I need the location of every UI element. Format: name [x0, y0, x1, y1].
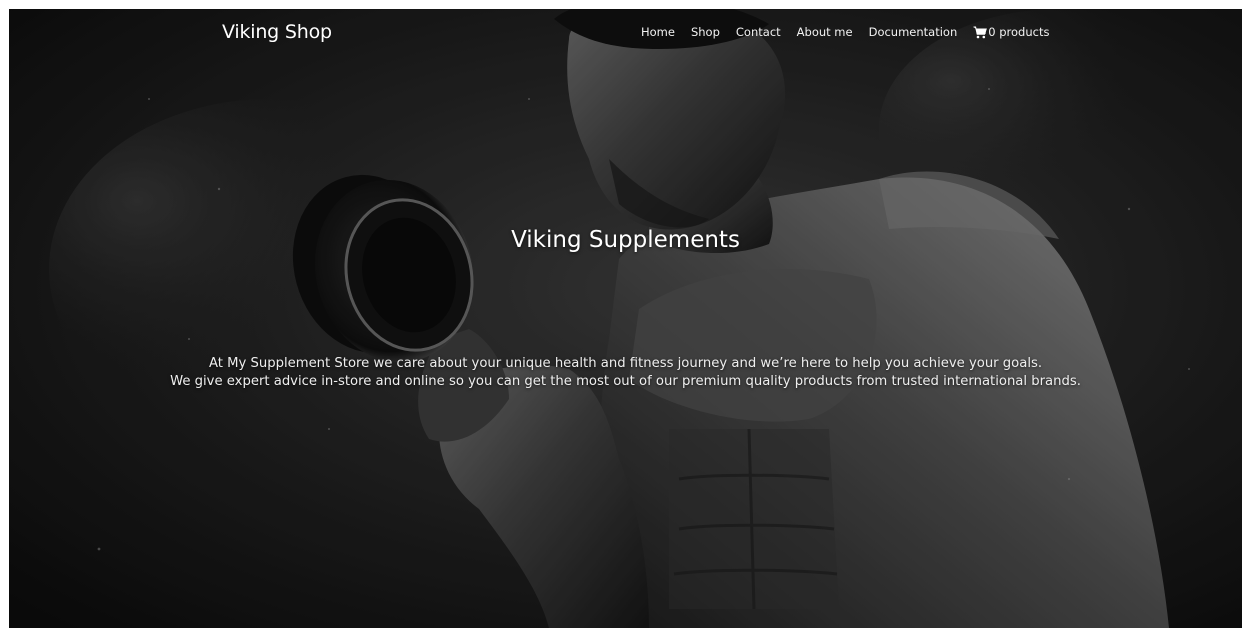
- brand-logo-link[interactable]: Viking Shop: [222, 21, 332, 43]
- hero-background-image: [9, 9, 1242, 628]
- nav-link-shop[interactable]: Shop: [691, 25, 720, 39]
- hero-description: At My Supplement Store we care about you…: [9, 355, 1242, 391]
- cart-link[interactable]: 0 products: [973, 25, 1049, 39]
- cart-count-label: 0 products: [988, 25, 1050, 39]
- hero-title: Viking Supplements: [511, 227, 740, 253]
- main-nav: Home Shop Contact About me Documentation…: [641, 25, 1049, 39]
- shopping-cart-icon: [973, 26, 988, 38]
- nav-link-documentation[interactable]: Documentation: [869, 25, 958, 39]
- nav-link-home[interactable]: Home: [641, 25, 675, 39]
- top-navbar: Viking Shop Home Shop Contact About me D…: [9, 9, 1242, 59]
- hero-description-line-2: We give expert advice in-store and onlin…: [170, 374, 1081, 389]
- nav-link-contact[interactable]: Contact: [736, 25, 781, 39]
- hero-description-line-1: At My Supplement Store we care about you…: [208, 356, 1043, 371]
- nav-link-about-me[interactable]: About me: [797, 25, 853, 39]
- hero-section: Viking Shop Home Shop Contact About me D…: [9, 9, 1242, 628]
